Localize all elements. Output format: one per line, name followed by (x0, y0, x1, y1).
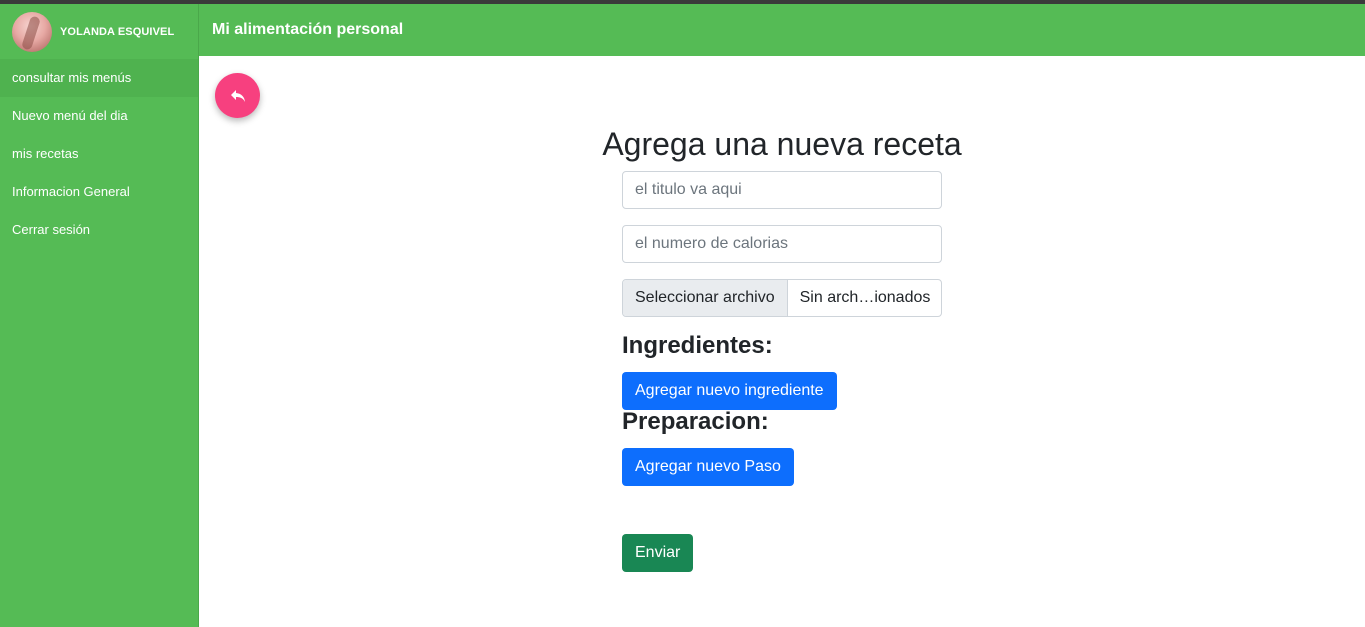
add-ingredient-button[interactable]: Agregar nuevo ingrediente (622, 372, 837, 410)
page-header-title: Mi alimentación personal (212, 21, 404, 38)
select-file-button[interactable]: Seleccionar archivo (623, 280, 788, 316)
user-name: YOLANDA ESQUIVEL (60, 25, 175, 38)
sidebar-item-mis-recetas[interactable]: mis recetas (0, 135, 198, 173)
reply-icon (230, 89, 245, 102)
preparation-heading: Preparacion: (622, 408, 769, 435)
recipe-title-input[interactable] (622, 171, 942, 209)
back-button[interactable] (215, 73, 260, 118)
form-title: Agrega una nueva receta (602, 126, 962, 162)
sidebar-item-nuevo-menu[interactable]: Nuevo menú del dia (0, 97, 198, 135)
sidebar-menu: consultar mis menús Nuevo menú del dia m… (0, 59, 198, 249)
sidebar: YOLANDA ESQUIVEL consultar mis menús Nue… (0, 4, 199, 627)
app-header: Mi alimentación personal (199, 4, 1365, 56)
sidebar-item-informacion-general[interactable]: Informacion General (0, 173, 198, 211)
calories-input[interactable] (622, 225, 942, 263)
avatar[interactable] (12, 11, 52, 52)
add-step-button[interactable]: Agregar nuevo Paso (622, 448, 794, 486)
sidebar-item-cerrar-sesion[interactable]: Cerrar sesión (0, 211, 198, 249)
image-file-input[interactable]: Seleccionar archivo Sin arch…ionados (622, 279, 942, 317)
sidebar-item-consultar-menus[interactable]: consultar mis menús (0, 59, 198, 97)
file-status-text: Sin arch…ionados (799, 289, 931, 306)
user-profile: YOLANDA ESQUIVEL (0, 4, 198, 59)
submit-button[interactable]: Enviar (622, 534, 694, 572)
ingredients-heading: Ingredientes: (622, 332, 773, 359)
